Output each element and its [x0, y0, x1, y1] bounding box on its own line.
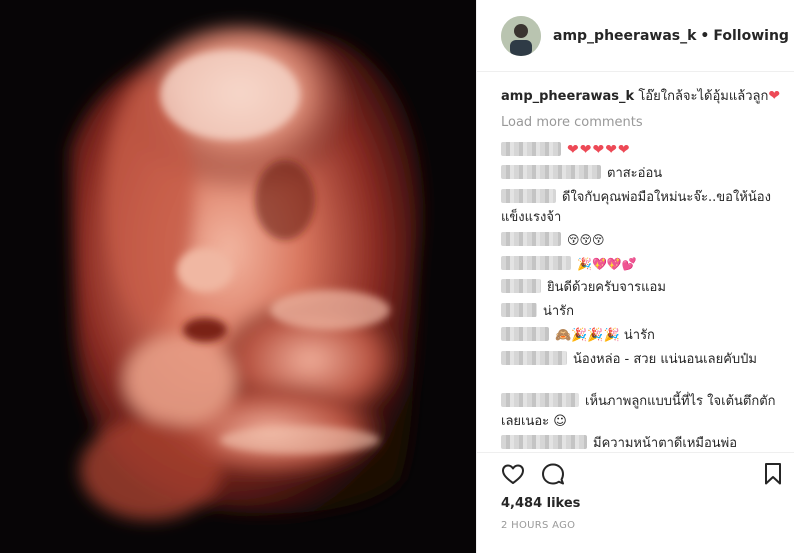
post-panel: amp_pheerawas_k • Following amp_pheerawas_… [476, 0, 794, 553]
header-separator: • [700, 28, 710, 44]
comment-item: 🎉💖💖💕 [501, 254, 783, 275]
comment-text: ยินดีด้วยครับจารแอม [547, 280, 666, 295]
comment-text: น่ารัก [543, 304, 575, 319]
blurred-username [501, 232, 561, 246]
blurred-username [501, 256, 571, 270]
likes-count[interactable]: 4,484 likes [501, 496, 580, 511]
bookmark-icon[interactable] [763, 462, 783, 486]
comment-item: ตาสะอ่อน [501, 164, 783, 184]
comment-item: 🙈🎉🎉🎉 น่ารัก [501, 326, 783, 346]
follow-status[interactable]: Following [713, 28, 789, 44]
post-header: amp_pheerawas_k • Following [477, 0, 794, 72]
blurred-username [501, 327, 549, 341]
comment-item: ❤❤❤❤❤ [501, 140, 783, 161]
blurred-username [501, 351, 567, 365]
blurred-username [501, 142, 561, 156]
avatar[interactable] [501, 16, 541, 56]
heart-icon[interactable] [501, 462, 525, 486]
comment-text: 🎉💖💖💕 [577, 257, 637, 271]
post-timestamp[interactable]: 2 HOURS AGO [501, 520, 575, 531]
comment-icon[interactable] [541, 462, 565, 486]
comment-item: น้องหล่อ - สวย แน่นอนเลยคับป๋ม [501, 350, 783, 370]
post-actions [477, 452, 794, 492]
comment-item: 😚😚😚 [501, 230, 783, 251]
comment-text: น้องหล่อ - สวย แน่นอนเลยคับป๋ม [573, 352, 757, 367]
caption-heart: ❤ [768, 88, 782, 104]
comments-list[interactable]: amp_pheerawas_k โอ๊ยใกล้จะได้อุ้มแล้วลูก… [501, 86, 783, 450]
header-username-row: amp_pheerawas_k • Following [553, 28, 789, 44]
blurred-username [501, 189, 556, 203]
caption-text: โอ๊ยใกล้จะได้อุ้มแล้วลูก [638, 89, 769, 104]
comment-text: ❤❤❤❤❤ [567, 142, 631, 158]
avatar-image [501, 16, 541, 56]
comment-text: 🙈🎉🎉🎉 น่ารัก [555, 328, 655, 343]
post-caption: amp_pheerawas_k โอ๊ยใกล้จะได้อุ้มแล้วลูก… [501, 86, 783, 107]
blurred-username [501, 435, 587, 449]
comment-item: ยินดีด้วยครับจารแอม [501, 278, 783, 298]
load-more-comments[interactable]: Load more comments [501, 115, 643, 130]
comment-item: มีความหน้าตาดีเหมือนพ่อ [501, 434, 783, 450]
caption-username[interactable]: amp_pheerawas_k [501, 89, 634, 104]
comment-text: มีความหน้าตาดีเหมือนพ่อ [593, 436, 738, 450]
comment-item: เห็นภาพลูกแบบนี้ที่ไร ใจเต้นตึกตักเลยเนอ… [501, 392, 783, 432]
header-username[interactable]: amp_pheerawas_k [553, 28, 696, 44]
comment-item: น่ารัก [501, 302, 783, 322]
comment-text: ตาสะอ่อน [607, 166, 663, 181]
comment-text: 😚😚😚 [567, 233, 605, 247]
blurred-username [501, 303, 537, 317]
comment-item: ดีใจกับคุณพ่อมือใหม่นะจ๊ะ..ขอให้น้องแข็ง… [501, 188, 783, 228]
ultrasound-image [0, 0, 476, 553]
blurred-username [501, 393, 579, 407]
blurred-username [501, 165, 601, 179]
blurred-username [501, 279, 541, 293]
post-photo[interactable] [0, 0, 476, 553]
